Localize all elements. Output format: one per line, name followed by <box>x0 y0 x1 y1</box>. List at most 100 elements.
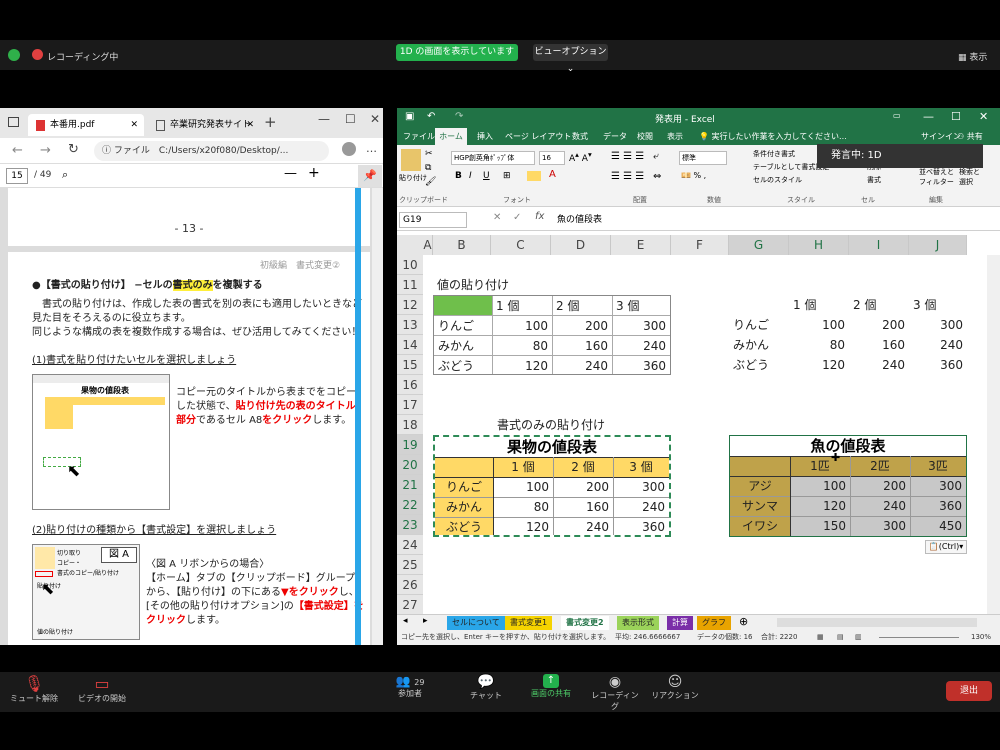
paste-label[interactable]: 貼り付け <box>399 173 427 183</box>
sheet-tab-display-format[interactable]: 表示形式 <box>617 616 659 630</box>
cancel-icon[interactable]: ✕ <box>493 212 501 223</box>
recording-label[interactable]: レコーディング中 <box>47 50 118 63</box>
reaction-button[interactable]: ☺ リアクション <box>650 674 700 701</box>
row-header[interactable]: 14 <box>397 335 423 355</box>
bold-icon[interactable]: B <box>455 171 462 181</box>
formula-input[interactable]: 魚の値段表 <box>557 212 993 228</box>
tab-pdf[interactable]: 本番用.pdf ✕ <box>28 114 144 136</box>
font-size-select[interactable]: 16 <box>539 151 565 165</box>
close-icon[interactable]: ✕ <box>246 114 254 136</box>
table-4-cell[interactable]: 100 <box>790 476 850 496</box>
leave-button[interactable]: 退出 <box>946 681 992 701</box>
border-icon[interactable]: ⊞ <box>503 171 511 181</box>
page-break-icon[interactable]: ▥ <box>855 630 862 645</box>
table-2-cell[interactable]: 200 <box>849 315 909 335</box>
row-header[interactable]: 18 <box>397 415 423 435</box>
row-header[interactable]: 22 <box>397 495 423 515</box>
row-header[interactable]: 11 <box>397 275 423 295</box>
row-header[interactable]: 15 <box>397 355 423 375</box>
cell-styles-button[interactable]: セルのスタイル <box>753 175 802 185</box>
cut-icon[interactable]: ✂ <box>425 149 433 159</box>
col-header-j[interactable]: J <box>909 235 967 255</box>
close-icon[interactable]: ✕ <box>130 114 138 136</box>
table-4-header[interactable]: 1匹 <box>790 456 850 476</box>
table-1-cell[interactable]: 240 <box>612 336 670 356</box>
row-header[interactable]: 13 <box>397 315 423 335</box>
tab-data[interactable]: データ <box>603 131 627 142</box>
table-3-cell[interactable]: 100 <box>493 477 553 497</box>
record-button[interactable]: ◉ レコーディング <box>588 674 642 712</box>
horizontal-scrollbar[interactable] <box>777 618 977 627</box>
table-4-cell[interactable]: 150 <box>790 516 850 536</box>
table-1-header[interactable]: 2 個 <box>552 296 612 316</box>
confirm-icon[interactable]: ✓ <box>513 212 521 223</box>
table-2-header[interactable]: 1 個 <box>789 295 849 315</box>
zoom-out-icon[interactable]: — <box>284 166 297 181</box>
table-4-header[interactable]: 3匹 <box>910 456 966 476</box>
table-1-header[interactable]: 3 個 <box>612 296 670 316</box>
col-header-a[interactable]: A <box>423 235 433 255</box>
col-header-h[interactable]: H <box>789 235 849 255</box>
table-1-label[interactable]: りんご <box>434 316 492 336</box>
page-layout-icon[interactable]: ▤ <box>837 630 844 645</box>
table-3-header[interactable]: 1 個 <box>493 457 553 477</box>
signin-link[interactable]: サインイン <box>921 131 961 142</box>
table-4-cell[interactable]: 300 <box>850 516 910 536</box>
chat-button[interactable]: 💬 チャット <box>468 674 504 701</box>
pin-icon[interactable]: 📌 <box>358 165 382 187</box>
format-painter-icon[interactable]: 🖌 <box>425 177 436 187</box>
row-header[interactable]: 12 <box>397 295 423 315</box>
table-2-label[interactable]: りんご <box>729 315 789 335</box>
sheet-tab-calc[interactable]: 計算 <box>667 616 693 630</box>
col-header-c[interactable]: C <box>491 235 551 255</box>
table-3-cell[interactable]: 120 <box>493 517 553 537</box>
table-4-title[interactable]: 魚の値段表 <box>730 436 966 456</box>
table-4-cell[interactable]: 450 <box>910 516 966 536</box>
search-icon[interactable]: ⌕ <box>62 168 68 182</box>
table-2-cell[interactable]: 300 <box>909 315 967 335</box>
page-number-input[interactable]: 15 <box>6 168 28 184</box>
forward-icon[interactable]: → <box>40 143 51 158</box>
table-1-header[interactable]: 1 個 <box>492 296 552 316</box>
table-4-cell[interactable]: 200 <box>850 476 910 496</box>
table-3-header[interactable]: 2 個 <box>553 457 613 477</box>
table-3-cell[interactable]: 160 <box>553 497 613 517</box>
table-1-label[interactable]: みかん <box>434 336 492 356</box>
unmute-button[interactable]: 🎙 ミュート解除 <box>6 674 62 704</box>
table-3-label[interactable]: ぶどう <box>435 517 493 537</box>
row-header[interactable]: 17 <box>397 395 423 415</box>
table-4-header[interactable]: 2匹 <box>850 456 910 476</box>
table-2-label[interactable]: ぶどう <box>729 355 789 375</box>
back-icon[interactable]: ← <box>12 143 23 158</box>
avatar[interactable] <box>342 142 356 156</box>
minimize-icon[interactable]: — <box>923 110 934 123</box>
table-2-cell[interactable]: 360 <box>909 355 967 375</box>
table-3-cell[interactable]: 240 <box>553 517 613 537</box>
conditional-format-button[interactable]: 条件付き書式 <box>753 149 795 159</box>
row-header[interactable]: 26 <box>397 575 423 595</box>
maximize-icon[interactable]: ☐ <box>951 110 961 123</box>
start-video-button[interactable]: ▭ ビデオの開始 <box>74 674 130 704</box>
table-1-cell[interactable]: 240 <box>552 356 612 376</box>
maximize-icon[interactable]: ☐ <box>345 112 356 126</box>
table-4-cell[interactable]: 240 <box>850 496 910 516</box>
table-1-cell[interactable]: 200 <box>552 316 612 336</box>
sheet-tab-graph[interactable]: グラフ <box>697 616 731 630</box>
align-left-icon[interactable]: ☰ ☰ ☰ <box>611 171 644 182</box>
table-1-cell[interactable]: 80 <box>492 336 552 356</box>
table-3-label[interactable]: みかん <box>435 497 493 517</box>
format-cells-button[interactable]: 書式 <box>867 175 881 185</box>
row-header[interactable]: 27 <box>397 595 423 614</box>
save-icon[interactable]: ▣ <box>405 111 414 122</box>
participants-button[interactable]: 👥 29 参加者 <box>390 674 430 699</box>
refresh-icon[interactable]: ↻ <box>68 142 79 157</box>
tab-view[interactable]: 表示 <box>667 131 683 142</box>
table-4-label[interactable]: イワシ <box>730 516 790 536</box>
table-3-cell[interactable]: 300 <box>613 477 669 497</box>
col-header-b[interactable]: B <box>433 235 491 255</box>
copy-icon[interactable]: ⧉ <box>425 163 431 173</box>
table-2-label[interactable]: みかん <box>729 335 789 355</box>
underline-icon[interactable]: U <box>483 171 490 181</box>
row-header[interactable]: 23 <box>397 515 423 535</box>
table-4-cell[interactable]: 120 <box>790 496 850 516</box>
